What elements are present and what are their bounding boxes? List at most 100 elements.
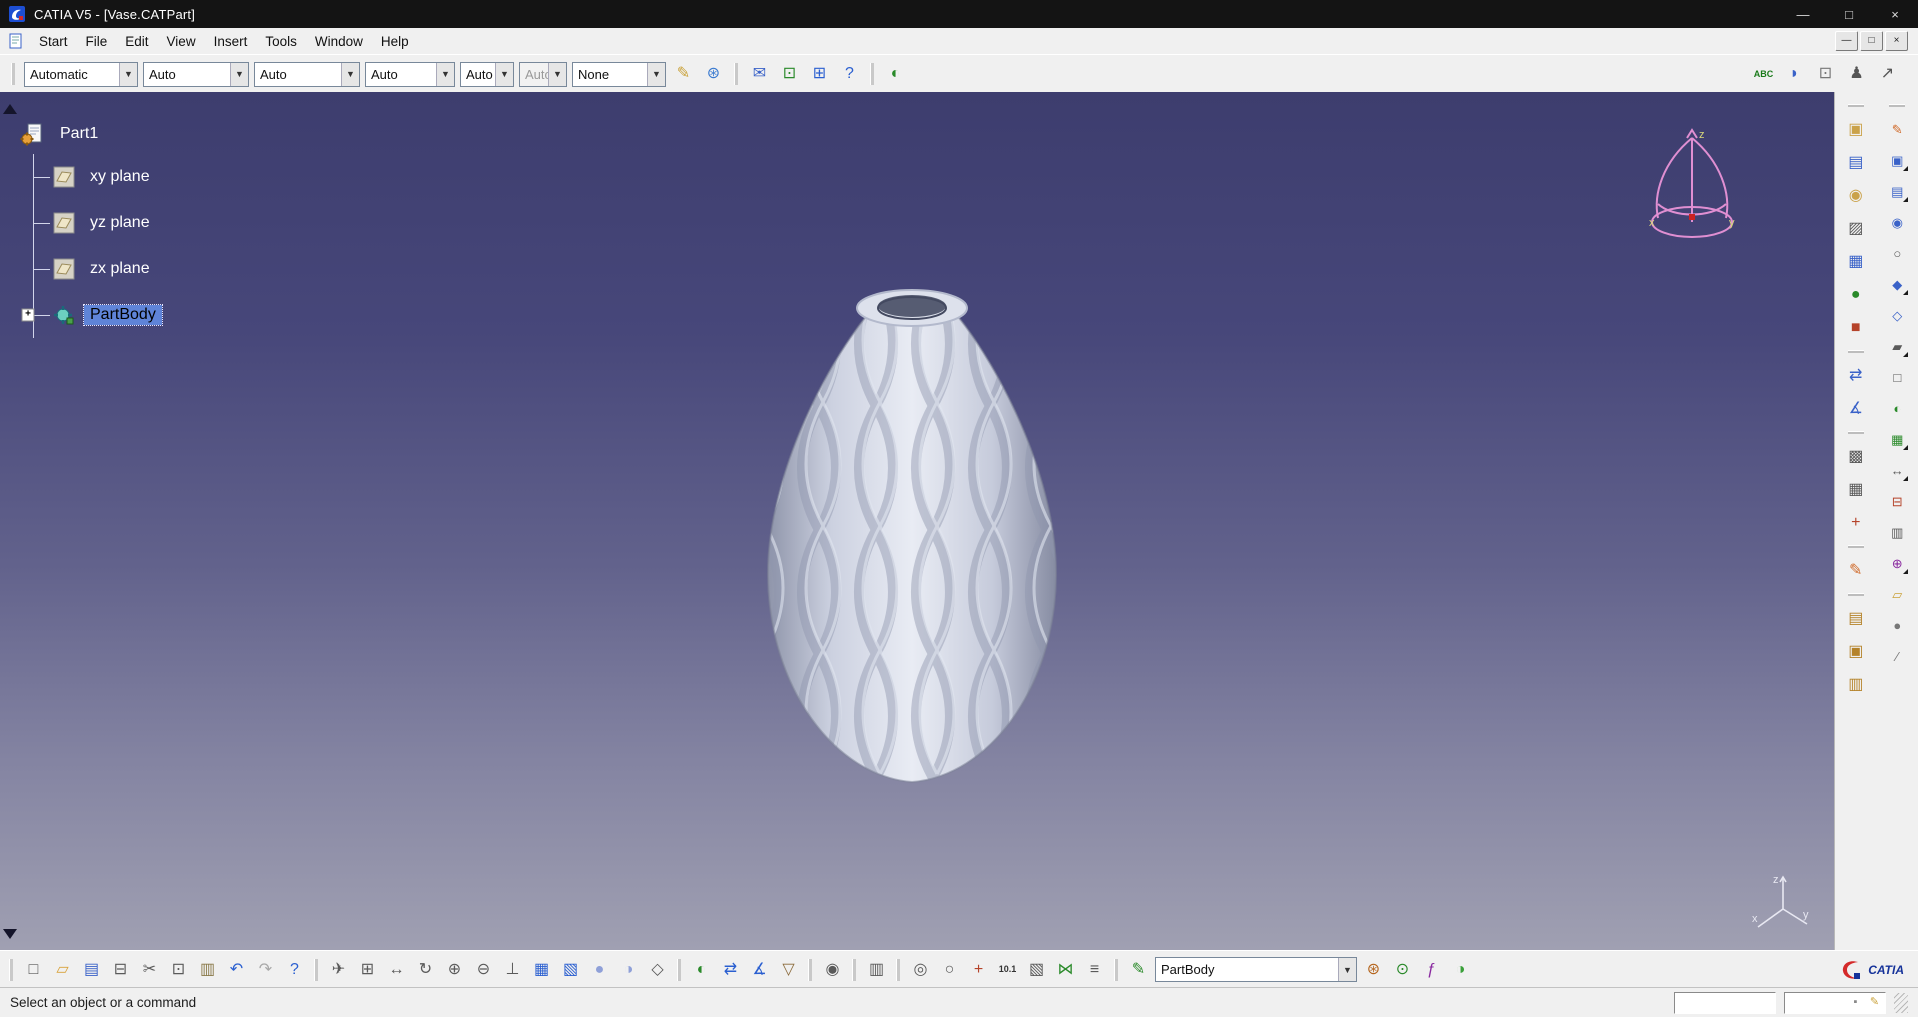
chevron-down-icon[interactable]: ▼ [341, 62, 359, 86]
chevron-down-icon[interactable]: ▼ [119, 62, 137, 86]
cut-icon[interactable]: ✂ [137, 957, 162, 982]
flyout-arrow-icon[interactable] [1903, 476, 1909, 481]
iso-view-icon[interactable]: ▧ [558, 957, 583, 982]
thickness-icon[interactable]: ▥ [1885, 520, 1909, 544]
translate-icon[interactable]: ↔ [1885, 458, 1909, 482]
fillet-icon[interactable]: ◆ [1885, 272, 1909, 296]
bounding-box-icon[interactable]: ▧ [1024, 957, 1049, 982]
axis-system-icon[interactable]: + [966, 957, 991, 982]
zoom-out-icon[interactable]: ⊖ [471, 957, 496, 982]
expand-plus-icon[interactable]: + [21, 308, 35, 322]
shading-edges-icon[interactable]: ◑ [616, 957, 641, 982]
compass-origin[interactable] [1689, 214, 1695, 220]
color-select[interactable]: Automatic ▼ [24, 61, 138, 87]
tree-root-part1[interactable]: Part1 [20, 114, 162, 154]
lattice-icon[interactable]: ▦ [1842, 477, 1869, 503]
library-icon[interactable]: ▥ [1842, 672, 1869, 698]
catalog-pen-icon[interactable]: ✎ [1126, 957, 1151, 982]
shading-icon[interactable]: ● [587, 957, 612, 982]
shaft-icon[interactable]: ◉ [1842, 183, 1869, 209]
chamfer-icon[interactable]: ◇ [1885, 303, 1909, 327]
tree-scroll-down-icon[interactable] [3, 929, 17, 939]
dialog-field[interactable]: ▪ ✎ [1784, 991, 1886, 1014]
point-symbol-select[interactable]: Auto ▼ [460, 61, 514, 87]
shell-icon[interactable]: □ [1885, 365, 1909, 389]
whats-this-icon[interactable]: ? [837, 62, 862, 87]
pocket-icon[interactable]: ▤ [1885, 179, 1909, 203]
sketch-icon[interactable]: ✎ [1885, 117, 1909, 141]
flyout-arrow-icon[interactable] [1903, 445, 1909, 450]
instantiate-icon[interactable]: ⊞ [807, 62, 832, 87]
open-folder-icon[interactable]: ▱ [50, 957, 75, 982]
shaft-icon[interactable]: ◉ [1885, 210, 1909, 234]
measure-item-icon[interactable]: ∡ [1842, 396, 1869, 422]
menu-edit[interactable]: Edit [116, 31, 157, 52]
axis-system-icon[interactable]: + [1842, 510, 1869, 536]
menu-help[interactable]: Help [372, 31, 418, 52]
pad-icon[interactable]: ▣ [1842, 117, 1869, 143]
save-icon[interactable]: ▤ [79, 957, 104, 982]
measure-item-icon[interactable]: ∡ [747, 957, 772, 982]
flyout-arrow-icon[interactable] [1903, 197, 1909, 202]
chevron-down-icon[interactable]: ▼ [495, 62, 513, 86]
undo-icon[interactable]: ↶ [224, 957, 249, 982]
power-copy-icon[interactable]: ⊛ [1361, 957, 1386, 982]
draft-icon[interactable]: ▰ [1885, 334, 1909, 358]
viewport[interactable]: Part1 xy plane yz plane zx plane + PartB… [0, 92, 1835, 951]
chevron-down-icon[interactable]: ▼ [647, 62, 665, 86]
normal-view-icon[interactable]: ⊥ [500, 957, 525, 982]
pattern-icon[interactable]: ▩ [1842, 444, 1869, 470]
close-button[interactable]: × [1872, 0, 1918, 28]
fly-mode-icon[interactable]: ✈ [326, 957, 351, 982]
whats-this-icon[interactable]: ? [282, 957, 307, 982]
menu-start[interactable]: Start [30, 31, 77, 52]
chevron-down-icon[interactable]: ▼ [1338, 958, 1356, 981]
abc-check-icon[interactable]: ABC [1751, 62, 1776, 87]
layer-select[interactable]: None ▼ [572, 61, 666, 87]
pattern-icon[interactable]: ▦ [1885, 427, 1909, 451]
tree-item-yz-plane[interactable]: yz plane [34, 200, 162, 246]
tree-item-zx-plane[interactable]: zx plane [34, 246, 162, 292]
menu-insert[interactable]: Insert [205, 31, 257, 52]
flyout-arrow-icon[interactable] [1903, 166, 1909, 171]
mirror-icon[interactable]: ◐ [1885, 396, 1909, 420]
knowledge-formula-icon[interactable]: ƒ [1419, 957, 1444, 982]
macros-icon[interactable]: ▣ [1842, 639, 1869, 665]
painter-icon[interactable]: ✎ [671, 62, 696, 87]
plane-icon[interactable]: ▱ [1885, 582, 1909, 606]
chevron-down-icon[interactable]: ▼ [230, 62, 248, 86]
pocket-icon[interactable]: ▤ [1842, 150, 1869, 176]
tree-list-icon[interactable]: ≡ [1082, 957, 1107, 982]
search-icon[interactable]: ⊙ [1390, 957, 1415, 982]
minimize-button[interactable]: — [1780, 0, 1826, 28]
zoom-in-icon[interactable]: ⊕ [442, 957, 467, 982]
boolean-icon[interactable]: ⊕ [1885, 551, 1909, 575]
sketch-icon[interactable]: ✎ [1842, 558, 1869, 584]
menu-file[interactable]: File [77, 31, 117, 52]
mass-properties-icon[interactable]: ▽ [776, 957, 801, 982]
analysis-chart-icon[interactable]: ▥ [864, 957, 889, 982]
sphere-icon[interactable]: ● [1842, 282, 1869, 308]
wizard-icon[interactable]: ⊛ [701, 62, 726, 87]
copy-icon[interactable]: ⊡ [166, 957, 191, 982]
constraints-icon[interactable]: ⋈ [1053, 957, 1078, 982]
new-document-icon[interactable]: □ [21, 957, 46, 982]
lock-icon[interactable]: ▪ [1847, 994, 1864, 1011]
pad-icon[interactable]: ▣ [1885, 148, 1909, 172]
tree-item-xy-plane[interactable]: xy plane [34, 154, 162, 200]
compass[interactable]: z x y [1649, 126, 1735, 250]
tree-item-partbody[interactable]: + PartBody [21, 292, 163, 338]
pointer-help-icon[interactable]: ↗ [1875, 62, 1900, 87]
measure-between-icon[interactable]: ⇄ [718, 957, 743, 982]
print-icon[interactable]: ⊟ [108, 957, 133, 982]
catalog-select[interactable]: PartBody ▼ [1155, 957, 1357, 982]
menu-view[interactable]: View [158, 31, 205, 52]
rib-icon[interactable]: ▨ [1842, 216, 1869, 242]
manikin-icon[interactable]: ♟ [1844, 62, 1869, 87]
flyout-arrow-icon[interactable] [1903, 569, 1909, 574]
swap-visible-space-icon[interactable]: ◐ [883, 62, 908, 87]
hole-icon[interactable]: ○ [1885, 241, 1909, 265]
mdi-restore-button[interactable]: □ [1860, 31, 1883, 51]
flyout-arrow-icon[interactable] [1903, 352, 1909, 357]
envelope-icon[interactable]: ✉ [747, 62, 772, 87]
